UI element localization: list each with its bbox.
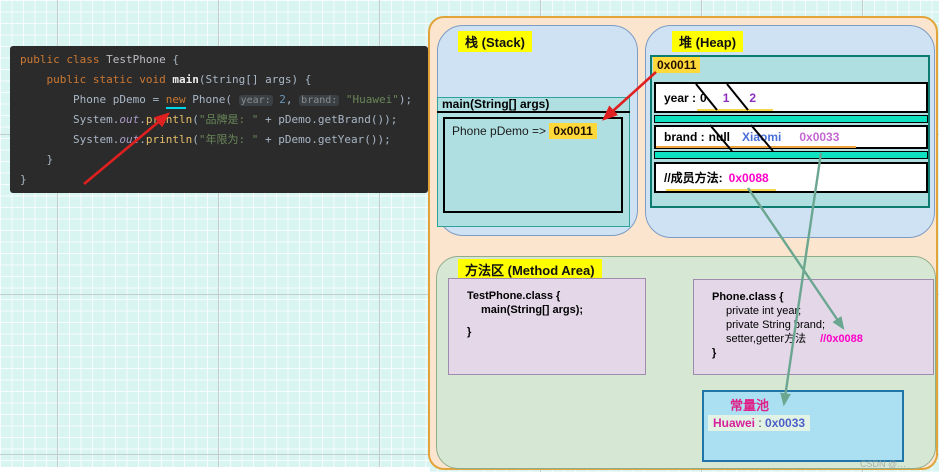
brand-label: brand :	[664, 130, 705, 144]
watermark: CSDN @…	[860, 459, 907, 469]
stack-variable-value: 0x0011	[549, 123, 597, 139]
year-underline	[697, 109, 773, 111]
bottom-white-strip	[0, 467, 430, 472]
heap-separator	[654, 115, 928, 123]
phone-line-5: }	[712, 347, 717, 359]
code-line: public class TestPhone {	[20, 53, 179, 66]
methods-label: //成员方法:	[664, 171, 723, 185]
constant-pool-entry-value: 0x0033	[765, 416, 806, 430]
heap-row-year: year : 0 1 2	[654, 82, 928, 113]
brand-value-0: null	[708, 130, 730, 144]
phone-line-2: private int year;	[726, 305, 802, 317]
phone-line-1: Phone.class {	[712, 291, 784, 303]
phone-methods-address: //0x0088	[820, 333, 863, 345]
heap-separator	[654, 151, 928, 159]
stack-variable-label: Phone pDemo =>	[452, 124, 550, 138]
constant-pool-title: 常量池	[730, 398, 770, 413]
year-value-1: 1	[722, 90, 730, 105]
phone-line-3: private String brand;	[726, 319, 826, 331]
constant-pool-entry-name: Huawei	[713, 416, 756, 430]
brand-value-1: Xiaomi	[742, 130, 782, 144]
testphone-class-box: TestPhone.class { main(String[] args); }	[448, 278, 646, 375]
method-area-title: 方法区 (Method Area)	[458, 259, 602, 280]
stack-variable: Phone pDemo => 0x0011	[452, 123, 597, 139]
code-editor-panel: public class TestPhone { public static v…	[10, 46, 428, 193]
code-line: Phone pDemo = new Phone( year: 2, brand:…	[20, 90, 428, 110]
code-line: System.out.println("年限为: " + pDemo.getYe…	[20, 133, 391, 146]
testphone-line-3: }	[467, 326, 472, 338]
stack-frame-title: main(String[] args)	[437, 97, 630, 113]
code-line: }	[20, 173, 27, 186]
methods-value: 0x0088	[728, 170, 769, 185]
brand-underline	[656, 146, 856, 148]
stack-title: 栈 (Stack)	[458, 31, 532, 52]
phone-class-box: Phone.class { private int year; private …	[693, 279, 934, 375]
year-value-0: 0	[700, 90, 707, 105]
testphone-line-1: TestPhone.class {	[467, 290, 561, 302]
year-value-2: 2	[749, 90, 757, 105]
code-line: System.out.println("品牌是: " + pDemo.getBr…	[20, 113, 398, 126]
year-label: year :	[664, 90, 697, 105]
code-line: }	[20, 153, 54, 166]
heap-object-address: 0x0011	[653, 57, 701, 73]
constant-pool-entry: Huawei : 0x0033	[708, 415, 811, 431]
phone-line-4: setter,getter方法//0x0088	[726, 333, 863, 345]
testphone-line-2: main(String[] args);	[481, 304, 584, 316]
brand-value-2: 0x0033	[799, 130, 840, 144]
code-line: public static void main(String[] args) {	[46, 73, 312, 86]
heap-title: 堆 (Heap)	[672, 31, 744, 52]
methods-underline	[666, 189, 776, 191]
